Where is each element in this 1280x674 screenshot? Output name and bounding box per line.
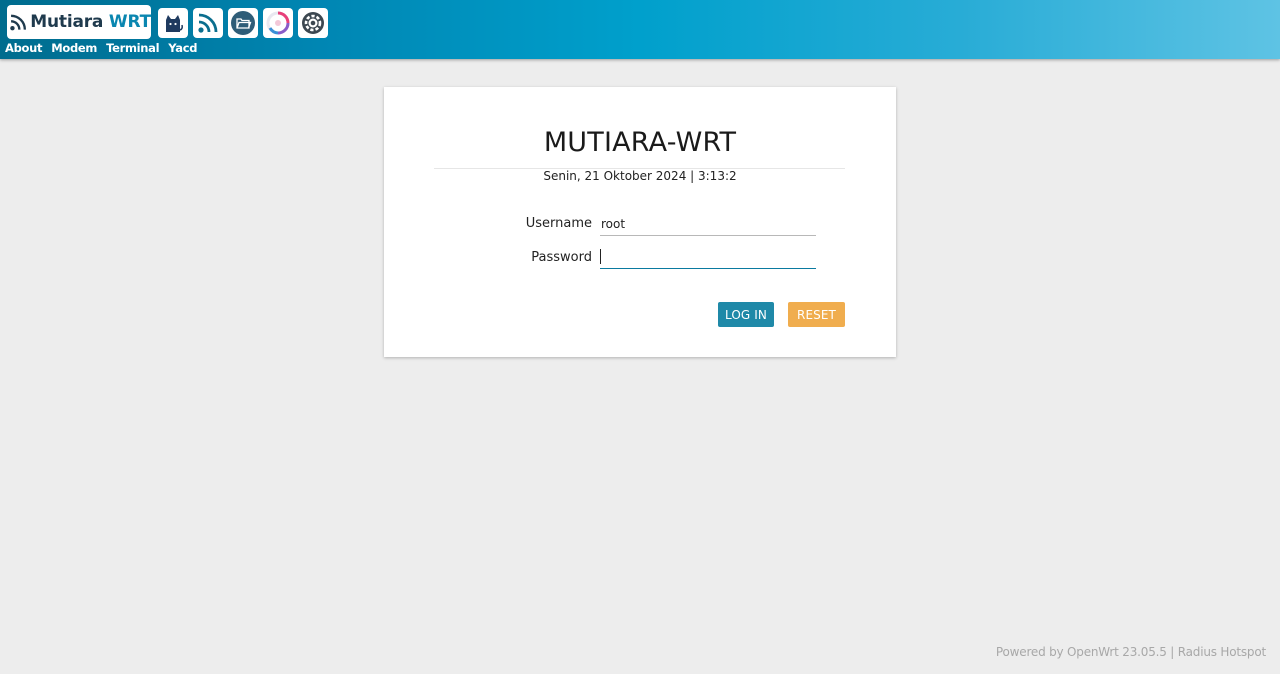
datetime-display: Senin, 21 Oktober 2024 | 3:13:2 [543, 169, 737, 183]
reset-button[interactable]: RESET [788, 302, 845, 327]
login-button[interactable]: LOG IN [718, 302, 774, 327]
top-header-bar: Mutiara WRT About Modem Terminal Yacd [0, 0, 1280, 59]
username-input[interactable] [600, 212, 816, 236]
nav-about-link[interactable]: About [5, 41, 43, 55]
login-card: MUTIARA-WRT Senin, 21 Oktober 2024 | 3:1… [384, 87, 896, 357]
top-nav: About Modem Terminal Yacd [5, 41, 206, 55]
speedtest-button[interactable] [263, 8, 293, 38]
feed-icon [198, 13, 218, 33]
openclash-cat-icon [166, 15, 183, 32]
file-manager-icon [231, 11, 255, 35]
password-input[interactable] [600, 245, 816, 269]
openclash-button[interactable] [158, 8, 188, 38]
text-caret [600, 249, 601, 264]
settings-gear-icon [302, 12, 324, 34]
nav-modem-link[interactable]: Modem [51, 41, 97, 55]
feed-logo-icon [10, 14, 27, 31]
password-label: Password [531, 250, 592, 265]
footer-text: Powered by OpenWrt 23.05.5 | Radius Hots… [995, 645, 1266, 659]
speedtest-icon [266, 11, 290, 35]
settings-button[interactable] [298, 8, 328, 38]
nav-yacd-link[interactable]: Yacd [168, 41, 197, 55]
nav-terminal-link[interactable]: Terminal [106, 41, 160, 55]
mutiara-wrt-logo[interactable]: Mutiara WRT [7, 5, 151, 39]
feed-app-button[interactable] [193, 8, 223, 38]
username-label: Username [525, 216, 592, 231]
logo-text: Mutiara WRT [30, 12, 151, 32]
page-title: MUTIARA-WRT [543, 127, 737, 158]
file-manager-button[interactable] [228, 8, 258, 38]
